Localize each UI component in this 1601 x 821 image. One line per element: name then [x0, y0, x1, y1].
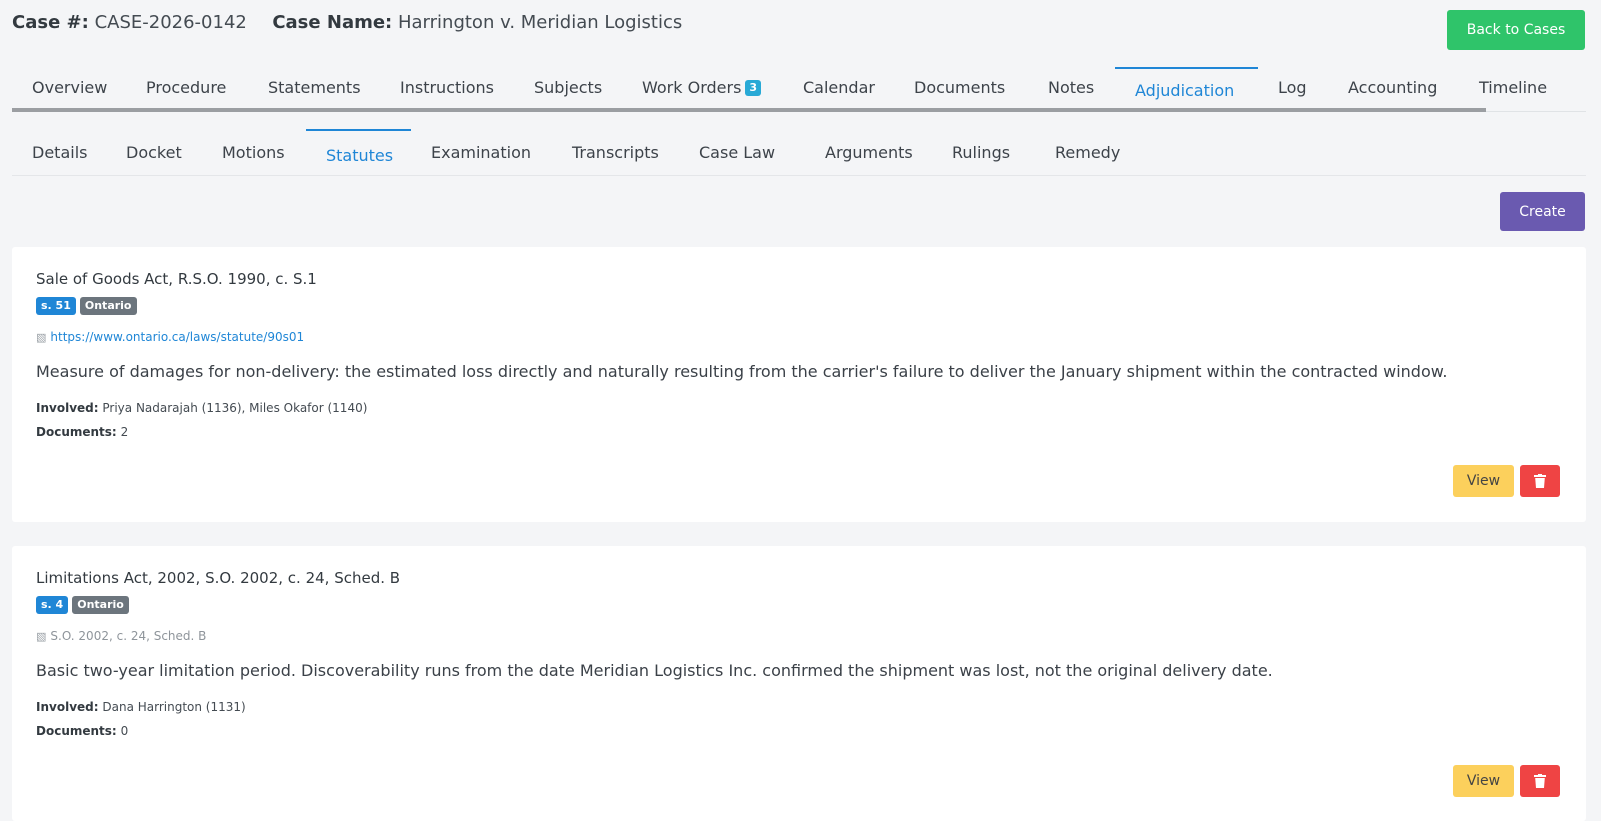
statute-card: Sale of Goods Act, R.S.O. 1990, c. S.1 s…	[12, 247, 1586, 522]
statute-involved: Involved: Priya Nadarajah (1136), Miles …	[36, 401, 368, 415]
subtab-transcripts[interactable]: Transcripts	[552, 129, 679, 175]
subtab-arguments[interactable]: Arguments	[805, 129, 932, 175]
subtab-examination[interactable]: Examination	[411, 129, 552, 175]
tab-overview[interactable]: Overview	[12, 67, 126, 108]
statute-reference: S.O. 2002, c. 24, Sched. B	[50, 629, 207, 643]
subtab-case-law[interactable]: Case Law	[679, 129, 805, 175]
tab-log[interactable]: Log	[1258, 67, 1328, 108]
subtab-statutes[interactable]: Statutes	[306, 129, 411, 175]
book-icon: ▧	[36, 629, 47, 643]
subtab-docket[interactable]: Docket	[106, 129, 202, 175]
tab-timeline[interactable]: Timeline	[1459, 67, 1571, 108]
statute-card: Limitations Act, 2002, S.O. 2002, c. 24,…	[12, 546, 1586, 821]
tab-accounting[interactable]: Accounting	[1328, 67, 1459, 108]
tab-statements[interactable]: Statements	[248, 67, 380, 108]
case-header: Case #: CASE-2026-0142 Case Name: Harrin…	[12, 12, 682, 33]
tab-subjects[interactable]: Subjects	[514, 67, 622, 108]
main-tabs: Overview Procedure Statements Instructio…	[12, 67, 1586, 112]
statute-reference-link[interactable]: https://www.ontario.ca/laws/statute/90s0…	[50, 330, 304, 344]
delete-button[interactable]	[1520, 765, 1560, 797]
statute-title: Sale of Goods Act, R.S.O. 1990, c. S.1	[36, 270, 317, 288]
subtab-motions[interactable]: Motions	[202, 129, 306, 175]
tab-procedure[interactable]: Procedure	[126, 67, 248, 108]
tab-work-orders[interactable]: Work Orders 3	[622, 67, 783, 108]
jurisdiction-badge: Ontario	[72, 596, 129, 614]
trash-icon	[1534, 774, 1546, 788]
case-number-label: Case #:	[12, 12, 89, 33]
case-name-label: Case Name:	[272, 12, 393, 33]
case-number: CASE-2026-0142	[94, 12, 247, 33]
statute-description: Measure of damages for non-delivery: the…	[36, 362, 1448, 381]
create-button[interactable]: Create	[1500, 192, 1585, 231]
statute-title: Limitations Act, 2002, S.O. 2002, c. 24,…	[36, 569, 401, 587]
tab-notes[interactable]: Notes	[1028, 67, 1115, 108]
statute-involved: Involved: Dana Harrington (1131)	[36, 700, 246, 714]
statute-documents: Documents: 0	[36, 724, 129, 738]
sub-tabs: Details Docket Motions Statutes Examinat…	[12, 129, 1586, 176]
view-button[interactable]: View	[1453, 465, 1514, 497]
tab-adjudication[interactable]: Adjudication	[1115, 67, 1258, 108]
back-to-cases-button[interactable]: Back to Cases	[1447, 10, 1585, 50]
tabs-scrollbar[interactable]	[12, 108, 1486, 112]
statute-description: Basic two-year limitation period. Discov…	[36, 661, 1273, 680]
jurisdiction-badge: Ontario	[79, 297, 137, 315]
section-badge: s. 4	[36, 596, 69, 614]
delete-button[interactable]	[1520, 465, 1560, 497]
subtab-details[interactable]: Details	[12, 129, 106, 175]
case-name: Harrington v. Meridian Logistics	[397, 12, 683, 33]
tab-documents[interactable]: Documents	[894, 67, 1028, 108]
subtab-remedy[interactable]: Remedy	[1035, 129, 1145, 175]
subtab-rulings[interactable]: Rulings	[932, 129, 1035, 175]
view-button[interactable]: View	[1453, 765, 1514, 797]
section-badge: s. 51	[36, 297, 76, 315]
book-icon: ▧	[36, 330, 47, 344]
work-orders-count-badge: 3	[745, 79, 762, 96]
statute-documents: Documents: 2	[36, 425, 129, 439]
trash-icon	[1534, 474, 1546, 488]
tab-calendar[interactable]: Calendar	[783, 67, 894, 108]
tab-instructions[interactable]: Instructions	[380, 67, 514, 108]
